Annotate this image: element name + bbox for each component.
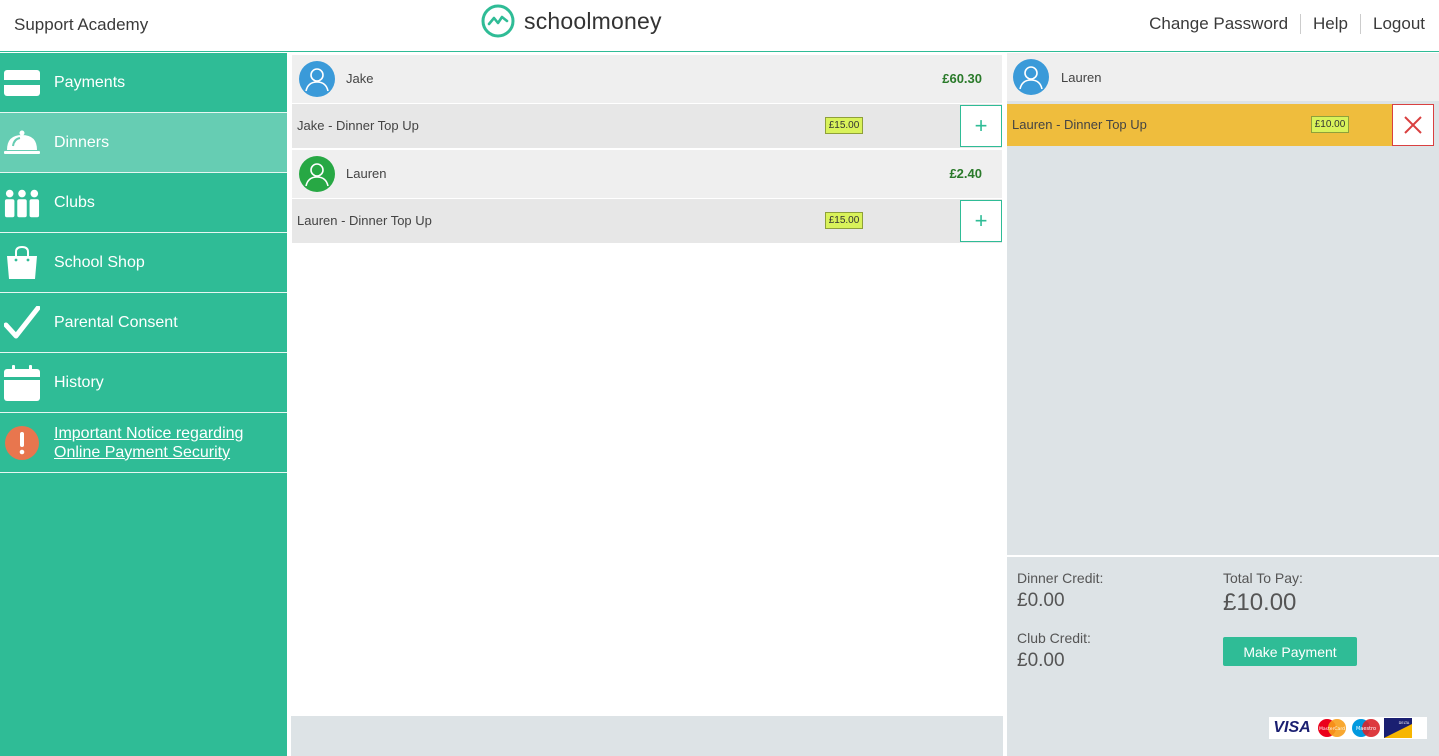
price-tag: £15.00 <box>825 117 863 134</box>
item-row-lauren-dinner-top-up: Lauren - Dinner Top Up £15.00 + <box>292 199 1002 243</box>
item-label: Lauren - Dinner Top Up <box>297 213 432 228</box>
club-credit-value: £0.00 <box>1017 650 1065 671</box>
add-to-basket-button[interactable]: + <box>960 200 1002 242</box>
price-tag: £10.00 <box>1311 116 1349 133</box>
card-icon <box>4 65 40 101</box>
logout-link[interactable]: Logout <box>1361 14 1425 34</box>
child-balance: £60.30 <box>942 71 982 86</box>
avatar-icon <box>299 156 335 192</box>
logo-text: schoolmoney <box>524 7 662 34</box>
item-row-jake-dinner-top-up: Jake - Dinner Top Up £15.00 + <box>292 104 1002 148</box>
sidebar-item-dinners[interactable]: Dinners <box>0 113 287 173</box>
sidebar-item-security-notice[interactable]: Important Notice regarding Online Paymen… <box>0 413 287 473</box>
mastercard-logo: MasterCard <box>1315 718 1349 738</box>
item-label: Jake - Dinner Top Up <box>297 118 419 133</box>
child-name: Jake <box>346 71 374 86</box>
children-panel: Jake £60.30 Jake - Dinner Top Up £15.00 … <box>287 53 1007 756</box>
add-to-basket-button[interactable]: + <box>960 105 1002 147</box>
logo-icon <box>481 4 515 38</box>
sidebar-item-clubs[interactable]: Clubs <box>0 173 287 233</box>
sidebar-item-parental-consent[interactable]: Parental Consent <box>0 293 287 353</box>
checkmark-icon <box>4 305 40 341</box>
child-row-jake: Jake £60.30 <box>292 55 1002 103</box>
schoolmoney-logo[interactable]: schoolmoney <box>481 4 662 38</box>
calendar-icon <box>4 364 40 401</box>
exclamation-icon <box>4 425 40 461</box>
app-root: Support Academy schoolmoney Change Passw… <box>0 0 1439 756</box>
child-name: Lauren <box>1061 70 1102 85</box>
sidebar-item-label: Payments <box>54 73 126 91</box>
total-to-pay-value: £10.00 <box>1223 589 1297 616</box>
dinner-credit-label: Dinner Credit: <box>1017 570 1104 586</box>
sidebar-item-school-shop[interactable]: School Shop <box>0 233 287 293</box>
remove-from-basket-button[interactable] <box>1392 104 1434 146</box>
change-password-link[interactable]: Change Password <box>1137 14 1300 34</box>
delta-logo: DELTA <box>1383 718 1413 738</box>
people-icon <box>4 185 40 221</box>
help-link[interactable]: Help <box>1301 14 1360 34</box>
child-balance: £2.40 <box>949 166 982 181</box>
top-header: Support Academy schoolmoney Change Passw… <box>0 0 1439 52</box>
top-nav: Change Password Help Logout <box>1137 14 1425 34</box>
sidebar-item-label: Parental Consent <box>54 313 178 331</box>
item-label: Lauren - Dinner Top Up <box>1012 117 1147 132</box>
dinner-credit-value: £0.00 <box>1017 590 1065 611</box>
sidebar-item-label: Dinners <box>54 133 110 151</box>
sidebar-item-label: Clubs <box>54 193 95 211</box>
child-row-lauren: Lauren £2.40 <box>292 150 1002 198</box>
basket-item-row: Lauren - Dinner Top Up £10.00 <box>1007 104 1434 146</box>
basket-panel: Lauren Lauren - Dinner Top Up £10.00 Din… <box>1007 53 1439 756</box>
make-payment-button[interactable]: Make Payment <box>1223 637 1357 666</box>
shopping-bag-icon <box>4 245 40 281</box>
delta-logo-text: DELTA <box>1399 721 1410 725</box>
visa-logo: VISA <box>1273 719 1311 736</box>
sidebar-item-payments[interactable]: Payments <box>0 53 287 113</box>
maestro-logo: Maestro <box>1349 718 1383 738</box>
basket-child-row: Lauren <box>1007 53 1439 101</box>
maestro-logo-text: Maestro <box>1356 726 1376 732</box>
panel-footer <box>291 716 1003 756</box>
avatar-icon <box>299 61 335 97</box>
club-credit-label: Club Credit: <box>1017 630 1091 646</box>
mastercard-logo-text: MasterCard <box>1319 726 1345 732</box>
school-name: Support Academy <box>14 15 149 34</box>
close-icon <box>1404 116 1422 134</box>
sidebar-item-history[interactable]: History <box>0 353 287 413</box>
security-notice-link[interactable]: Important Notice regarding Online Paymen… <box>54 424 274 462</box>
basket-summary: Dinner Credit: £0.00 Club Credit: £0.00 … <box>1007 555 1439 756</box>
sidebar-item-label: History <box>54 373 104 391</box>
avatar-icon <box>1013 59 1049 95</box>
accepted-cards: VISA MasterCard Maestro DELTA <box>1269 717 1427 739</box>
cloche-icon <box>4 125 40 161</box>
total-to-pay-label: Total To Pay: <box>1223 570 1303 586</box>
child-name: Lauren <box>346 166 387 181</box>
sidebar: Payments Dinners Clubs School Shop Paren… <box>0 53 287 756</box>
price-tag: £15.00 <box>825 212 863 229</box>
sidebar-item-label: School Shop <box>54 253 145 271</box>
